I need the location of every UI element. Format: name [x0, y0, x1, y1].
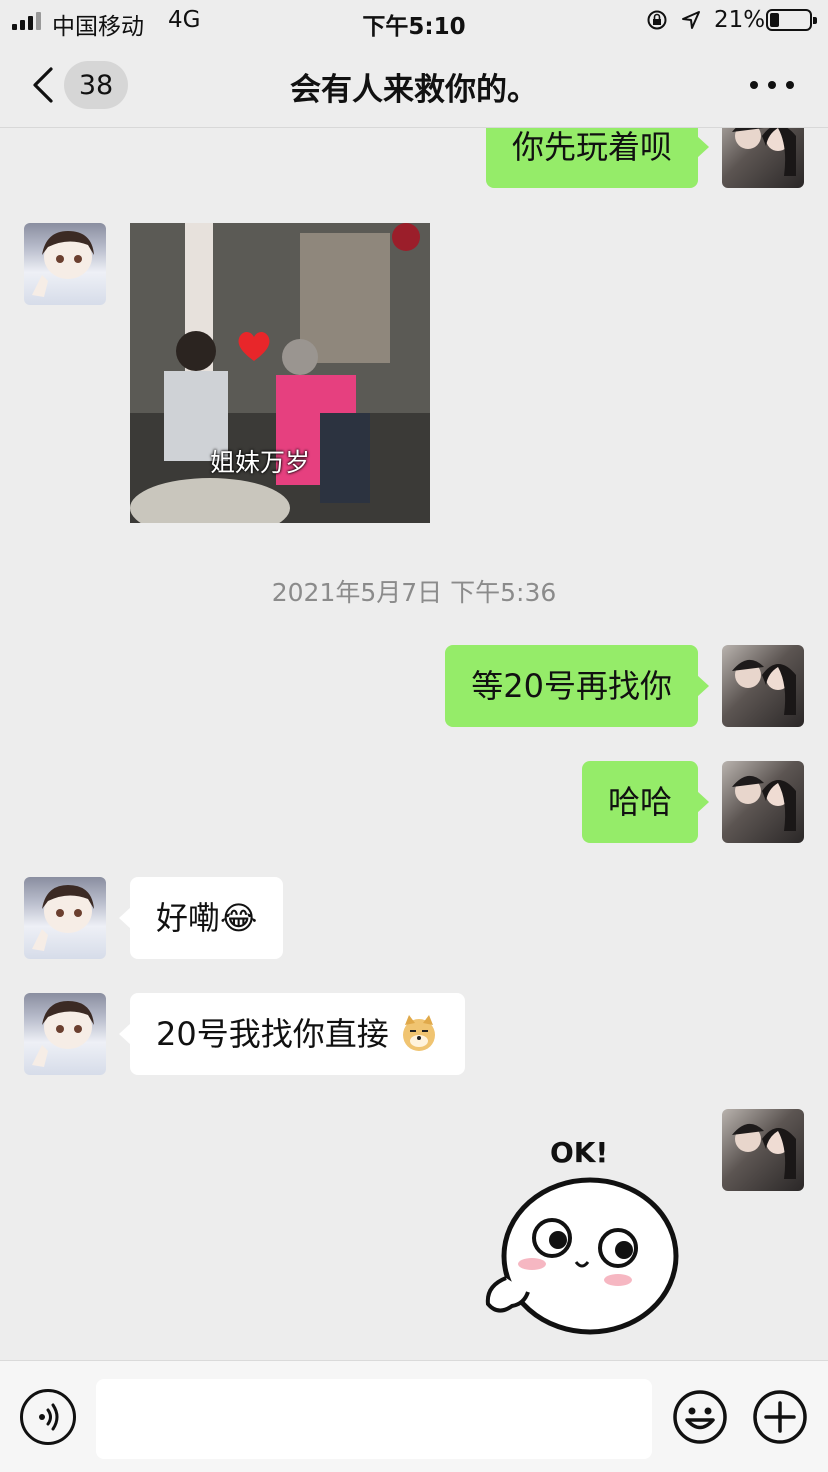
status-time: 下午5:10 — [362, 14, 466, 40]
chat-title: 会有人来救你的。 — [290, 72, 538, 108]
message-bubble[interactable]: 等20号再找你 — [445, 645, 709, 727]
message-bubble[interactable]: 好嘞😂 — [118, 877, 284, 959]
emoji-icon[interactable] — [672, 1389, 728, 1445]
rotation-lock-icon — [647, 10, 667, 30]
voice-input-button[interactable] — [20, 1389, 76, 1445]
battery-icon — [766, 9, 817, 31]
battery-percentage: 21% — [714, 7, 766, 33]
message-timestamp: 2021年5月7日 下午5:36 — [271, 578, 557, 607]
dog-face-emoji-icon — [402, 1015, 435, 1051]
input-bar — [0, 1360, 828, 1472]
location-arrow-icon — [682, 11, 700, 29]
my-avatar[interactable] — [722, 1109, 804, 1191]
message-bubble[interactable]: 哈哈 — [581, 761, 710, 843]
my-avatar[interactable] — [722, 645, 804, 727]
message-list[interactable]: 你先玩着呗 姐妹万岁 2021年5月7日 下午5:36 等20号再找你 哈哈 好… — [0, 128, 828, 1360]
friend-avatar[interactable] — [24, 877, 106, 959]
message-text: 20号我找你直接 — [156, 1015, 389, 1053]
message-text: 好嘞 — [156, 899, 221, 937]
heart-icon — [238, 331, 270, 361]
status-bar: 中国移动 4G 下午5:10 21% — [0, 0, 828, 42]
my-avatar[interactable] — [722, 128, 804, 188]
chat-header: 38 会有人来救你的。 — [0, 42, 828, 128]
friend-avatar[interactable] — [24, 993, 106, 1075]
message-input[interactable] — [96, 1379, 652, 1459]
plus-icon[interactable] — [752, 1389, 808, 1445]
more-options-icon[interactable] — [750, 72, 794, 98]
ok-sticker[interactable]: OK! — [478, 1128, 688, 1338]
photo-caption: 姐妹万岁 — [210, 448, 311, 477]
shared-photo[interactable]: 姐妹万岁 — [130, 223, 430, 523]
voice-wave-icon — [39, 1403, 59, 1431]
sticker-text: OK! — [550, 1136, 608, 1169]
friend-avatar[interactable] — [24, 223, 106, 305]
tears-of-joy-emoji-icon: 😂 — [220, 899, 258, 937]
message-bubble[interactable]: 你先玩着呗 — [485, 128, 710, 188]
my-avatar[interactable] — [722, 761, 804, 843]
message-bubble[interactable]: 20号我找你直接 — [119, 993, 465, 1075]
